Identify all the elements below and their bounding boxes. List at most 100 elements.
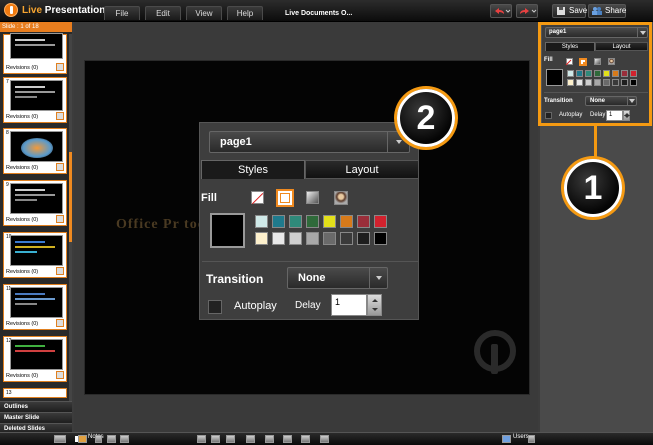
color-swatch[interactable] (289, 232, 302, 245)
color-swatch[interactable] (357, 215, 370, 228)
solid-fill-icon[interactable] (276, 189, 294, 207)
chevron-down-icon (369, 268, 387, 288)
tab-master-slide[interactable]: Master Slide (0, 412, 72, 423)
app-logo-icon (4, 3, 18, 17)
slide-thumbnail[interactable]: 10 Revisions (0) (3, 232, 67, 278)
menu-edit[interactable]: Edit (145, 6, 181, 20)
slides-scrollbar-thumb[interactable] (69, 152, 72, 242)
color-swatch[interactable] (357, 232, 370, 245)
slide-preview (10, 131, 63, 162)
slide-preview (10, 33, 63, 59)
slide-thumbnail[interactable]: 13 (3, 388, 67, 398)
color-swatch[interactable] (323, 232, 336, 245)
revision-icon[interactable] (56, 319, 64, 327)
callout-connector (594, 126, 597, 160)
callout-badge-1: 1 (564, 159, 622, 217)
tool-arrange-icon[interactable] (265, 435, 274, 443)
tab-styles[interactable]: Styles (201, 160, 305, 179)
gradient-fill-icon[interactable] (306, 191, 319, 204)
fill-label: Fill (201, 192, 217, 204)
slide-thumbnail[interactable]: 11 Revisions (0) (3, 284, 67, 330)
delay-stepper[interactable] (367, 294, 382, 316)
transition-label: Transition (206, 272, 264, 286)
tool-align-icon[interactable] (246, 435, 255, 443)
color-swatch[interactable] (255, 215, 268, 228)
color-swatch[interactable] (306, 232, 319, 245)
undo-button[interactable] (490, 4, 512, 18)
revision-icon[interactable] (56, 112, 64, 120)
properties-panel-zoomed: page1 Styles Layout Fill Transition None… (199, 122, 419, 320)
callout-badge-2: 2 (397, 89, 455, 147)
color-swatch[interactable] (340, 232, 353, 245)
shape-select[interactable]: page1 (209, 131, 410, 153)
slide-preview (10, 80, 63, 111)
slide-counter: Slide : 1 of 18 (0, 22, 72, 32)
revision-icon[interactable] (56, 215, 64, 223)
slide-preview (10, 183, 63, 214)
tool-table-icon[interactable] (226, 435, 235, 443)
slide-thumbnail[interactable]: Revisions (0) (3, 33, 67, 74)
delay-input[interactable]: 1 (331, 294, 367, 316)
redo-icon (520, 8, 537, 14)
color-swatch[interactable] (340, 215, 353, 228)
color-swatch[interactable] (374, 232, 387, 245)
tab-outlines[interactable]: Outlines (0, 401, 72, 412)
undo-icon (495, 8, 511, 14)
menu-help[interactable]: Help (227, 6, 263, 20)
slides-panel: Slide : 1 of 18 Revisions (0) 7 Revision… (0, 22, 72, 434)
revision-icon[interactable] (56, 371, 64, 379)
watermark-logo-icon (474, 330, 516, 374)
autoplay-label: Autoplay (234, 300, 277, 312)
users-label[interactable]: Users (513, 434, 529, 440)
users-icon (592, 7, 602, 15)
chevron-up-icon[interactable] (95, 435, 102, 443)
slide-thumbnail[interactable]: 9 Revisions (0) (3, 180, 67, 226)
tool-image-icon[interactable] (211, 435, 220, 443)
tab-layout[interactable]: Layout (305, 160, 418, 179)
transition-select[interactable]: None (287, 267, 388, 289)
fill-color-preview[interactable] (210, 213, 245, 248)
users-icon[interactable] (502, 435, 511, 443)
autoplay-checkbox[interactable] (208, 300, 222, 314)
divider (202, 261, 418, 262)
top-toolbar: Live Presentations File Edit View Help L… (0, 0, 653, 22)
slide-preview (10, 339, 63, 370)
notes-icon[interactable] (78, 435, 87, 443)
delay-label: Delay (295, 300, 321, 311)
document-title: Live Documents O... (285, 10, 353, 17)
bottom-bar: Notes Users (0, 432, 653, 445)
app-title: Live Presentations (22, 5, 111, 16)
tool-shape-icon[interactable] (283, 435, 292, 443)
no-fill-icon[interactable] (251, 191, 264, 204)
color-swatch[interactable] (289, 215, 302, 228)
tool-distribute-icon[interactable] (301, 435, 310, 443)
view-normal-icon[interactable] (107, 435, 116, 443)
color-swatch[interactable] (255, 232, 268, 245)
color-swatch[interactable] (306, 215, 319, 228)
slide-thumbnail[interactable]: 8 Revisions (0) (3, 128, 67, 174)
color-swatch[interactable] (272, 232, 285, 245)
menu-view[interactable]: View (186, 6, 222, 20)
slide-preview (10, 287, 63, 318)
callout-highlight-frame (538, 22, 652, 126)
tool-select-icon[interactable] (197, 435, 206, 443)
chevron-up-icon[interactable] (528, 435, 535, 443)
revision-icon[interactable] (56, 163, 64, 171)
slide-thumbnail[interactable]: 7 Revisions (0) (3, 77, 67, 123)
color-swatch[interactable] (374, 215, 387, 228)
slide-thumbnail[interactable]: 12 Revisions (0) (3, 336, 67, 382)
color-swatch[interactable] (323, 215, 336, 228)
share-button[interactable]: Share (588, 4, 626, 18)
menu-file[interactable]: File (104, 6, 140, 20)
image-fill-icon[interactable] (334, 191, 348, 205)
floppy-disk-icon (557, 7, 565, 15)
zoom-icon[interactable] (54, 435, 66, 443)
tool-order-icon[interactable] (320, 435, 329, 443)
slide-preview (10, 235, 63, 266)
redo-button[interactable] (516, 4, 538, 18)
color-swatch[interactable] (272, 215, 285, 228)
save-button[interactable]: Save (552, 4, 587, 18)
revision-icon[interactable] (56, 63, 64, 71)
revision-icon[interactable] (56, 267, 64, 275)
view-grid-icon[interactable] (120, 435, 129, 443)
